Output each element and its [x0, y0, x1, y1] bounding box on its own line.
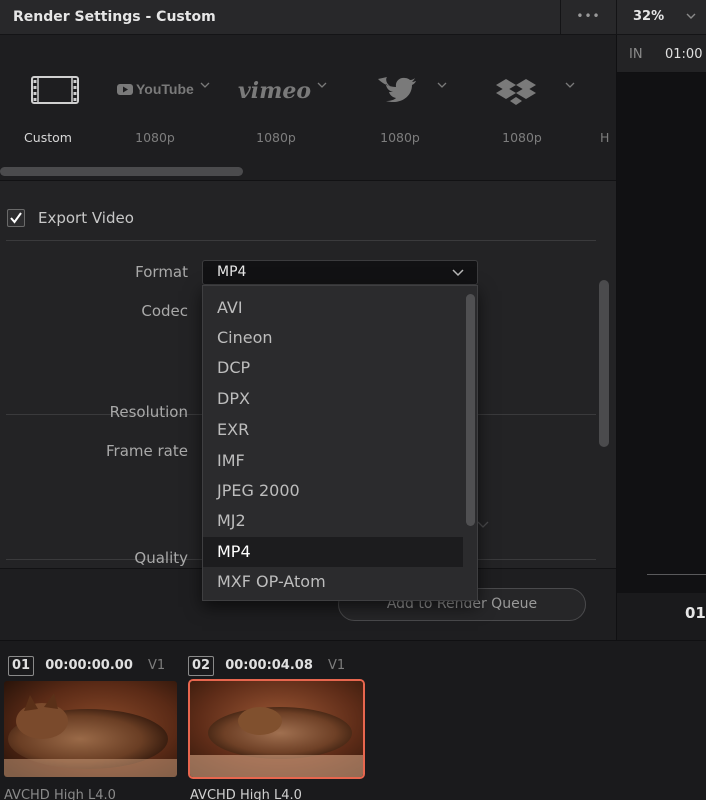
clip-item[interactable]: 01 00:00:00.00 V1 AVCHD High L4.0	[0, 641, 180, 800]
format-label: Format	[135, 263, 188, 281]
format-option-mxf-op-atom[interactable]: MXF OP-Atom	[203, 567, 463, 597]
preset-youtube[interactable]: YouTube 1080p	[93, 35, 217, 180]
clip-header: 01 00:00:00.00 V1	[8, 654, 165, 676]
clip-strip: 01 00:00:00.00 V1 AVCHD High L4.0 02 00:…	[0, 640, 706, 800]
preset-label: 1080p	[135, 130, 175, 145]
format-option-dcp[interactable]: DCP	[203, 353, 463, 383]
clip-thumbnail[interactable]	[188, 679, 365, 779]
clip-thumbnail[interactable]	[2, 679, 179, 779]
youtube-wordmark: YouTube	[136, 81, 194, 97]
clip-codec: AVCHD High L4.0	[190, 788, 302, 800]
zoom-value[interactable]: 32%	[633, 9, 664, 24]
viewer-header: IN 01:00	[617, 35, 706, 73]
export-video-label: Export Video	[38, 209, 134, 227]
youtube-logo-icon: YouTube	[117, 81, 210, 97]
cat-thumbnail-image	[190, 681, 363, 777]
format-select[interactable]: MP4	[202, 260, 478, 285]
format-option-mj2[interactable]: MJ2	[203, 506, 463, 536]
clip-track: V1	[327, 658, 346, 673]
dropbox-logo-icon	[496, 79, 575, 105]
more-options-icon[interactable]: •••	[560, 0, 616, 35]
format-option-avi[interactable]: AVI	[203, 293, 463, 323]
format-option-exr[interactable]: EXR	[203, 415, 463, 445]
format-dropdown-menu: AVI Cineon DCP DPX EXR IMF JPEG 2000 MJ2…	[202, 285, 478, 601]
viewer-canvas	[617, 73, 706, 593]
window-title: Render Settings - Custom	[13, 9, 216, 25]
export-video-checkbox[interactable]	[7, 209, 25, 227]
vimeo-wordmark: vimeo	[238, 78, 311, 104]
format-selected-value: MP4	[217, 264, 247, 280]
twitter-bird-icon	[378, 77, 447, 103]
viewer-panel: IN 01:00 01	[616, 35, 706, 640]
clip-timecode: 00:00:00.00	[45, 658, 133, 673]
preset-label: 1080p	[502, 130, 542, 145]
preset-vimeo[interactable]: vimeo 1080p	[214, 35, 338, 180]
frame-rate-label: Frame rate	[106, 442, 188, 460]
format-option-cineon[interactable]: Cineon	[203, 323, 463, 353]
chevron-down-icon	[452, 269, 464, 277]
settings-scrollbar[interactable]	[599, 280, 609, 447]
preset-label: 1080p	[256, 130, 296, 145]
dropdown-scrollbar[interactable]	[466, 294, 475, 526]
clip-number: 01	[8, 656, 35, 676]
clip-number: 02	[188, 656, 215, 676]
in-timecode[interactable]: 01:00	[665, 47, 702, 62]
format-option-imf[interactable]: IMF	[203, 446, 463, 476]
preset-twitter[interactable]: 1080p	[338, 35, 462, 180]
format-option-mp4[interactable]: MP4	[203, 537, 463, 567]
clip-timecode: 00:00:04.08	[225, 658, 313, 673]
codec-label: Codec	[141, 302, 188, 320]
clip-header: 02 00:00:04.08 V1	[188, 654, 345, 676]
preset-label-overflow[interactable]: H	[600, 130, 609, 145]
clip-item-selected[interactable]: 02 00:00:04.08 V1 AVCHD High L4.0	[188, 641, 368, 800]
clip-codec: AVCHD High L4.0	[4, 788, 116, 800]
vimeo-logo-icon: vimeo	[238, 78, 327, 104]
resolution-label: Resolution	[109, 403, 188, 421]
format-option-jpeg-2000[interactable]: JPEG 2000	[203, 476, 463, 506]
divider	[6, 240, 596, 241]
quality-label: Quality	[134, 549, 188, 567]
in-label: IN	[629, 47, 643, 62]
format-option-dpx[interactable]: DPX	[203, 384, 463, 414]
viewer-timecode: 01	[685, 604, 706, 622]
zoom-control[interactable]: 32%	[616, 0, 706, 35]
preset-bar: Custom YouTube 1080p vimeo 1080p 1080p 1…	[0, 35, 616, 181]
chevron-down-icon[interactable]	[476, 519, 490, 531]
title-bar: Render Settings - Custom •••	[0, 0, 616, 35]
viewer-scrubber[interactable]	[647, 574, 706, 575]
checkmark-icon	[10, 212, 22, 224]
preset-scrollbar[interactable]	[0, 167, 243, 176]
chevron-down-icon[interactable]	[685, 9, 697, 23]
cat-thumbnail-image	[4, 681, 177, 777]
preset-label: 1080p	[380, 130, 420, 145]
preset-dropbox[interactable]: 1080p	[460, 35, 584, 180]
clip-track: V1	[147, 658, 166, 673]
